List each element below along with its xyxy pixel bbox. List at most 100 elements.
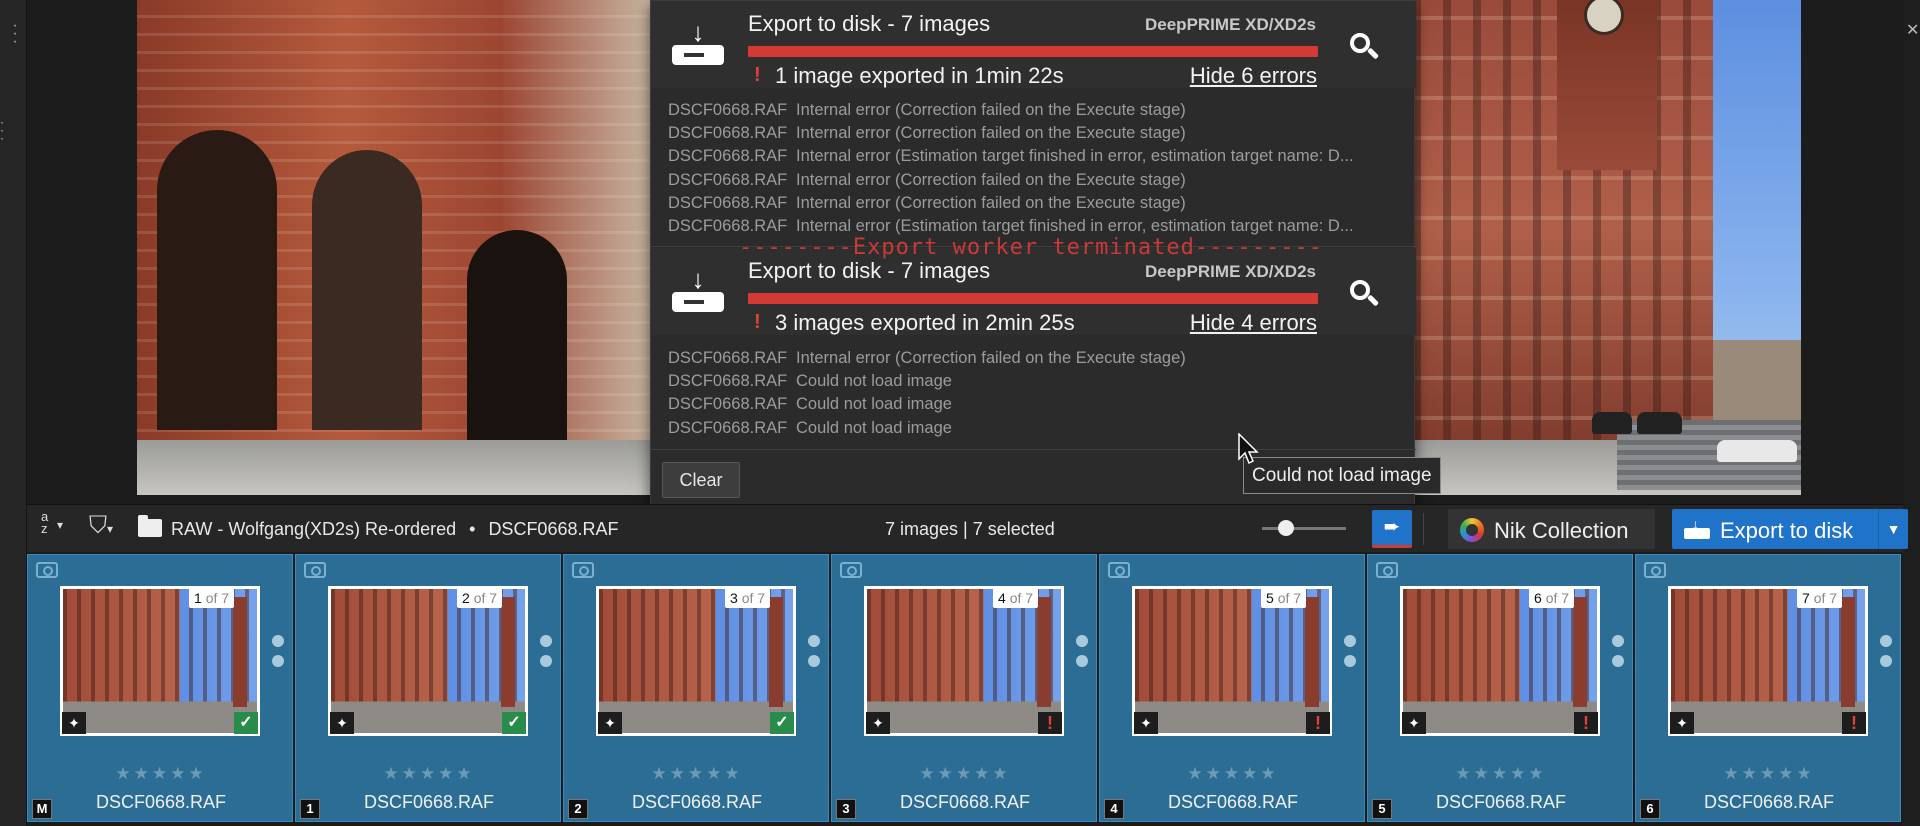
thumbnail-image[interactable] [60,586,260,736]
color-tag-dot[interactable] [1880,635,1892,647]
thumbnail-cell[interactable]: 4 of 7 ✦! ★★★★★ 3 DSCF0668.RAF [831,554,1097,822]
search-icon[interactable] [1348,278,1380,310]
error-file: DSCF0668.RAF [668,170,788,189]
worker-terminated-banner: --------Export worker terminated--------… [738,235,1324,260]
thumbnail-image[interactable] [1132,586,1332,736]
breadcrumb: RAW - Wolfgang(XD2s) Re-ordered • DSCF06… [171,519,618,540]
divider [651,449,1416,450]
export-job-engine: DeepPRIME XD/XD2s [1145,15,1316,34]
error-row: DSCF0668.RAF Could not load image [651,370,1416,393]
export-job-status: 3 images exported in 2min 25s [775,310,1075,335]
color-tag-dot[interactable] [1076,655,1088,667]
star-rating[interactable]: ★★★★★ [28,764,294,784]
error-row: DSCF0668.RAF Could not load image [651,417,1416,440]
divider [1423,513,1424,545]
thumbnail-image[interactable] [596,586,796,736]
panel-resize-handle[interactable]: · · · [0,116,4,144]
color-tag-dot[interactable] [1612,655,1624,667]
hide-errors-link[interactable]: Hide 6 errors [1190,63,1317,89]
close-icon[interactable]: ✕ [1906,20,1919,40]
thumbnail-filename: DSCF0668.RAF [95,792,227,812]
selection-count: 7 images | 7 selected [885,519,1055,539]
color-tag-dot[interactable] [808,655,820,667]
chevron-down-icon[interactable]: ▼ [1878,509,1908,549]
thumbnail-image[interactable] [1400,586,1600,736]
export-queue-button[interactable]: ➨ [1372,510,1412,548]
filter-icon[interactable]: ⛉▾ [89,514,125,540]
image-index-badge: 3 of 7 [725,588,771,608]
error-message: Internal error (Estimation target finish… [796,147,1354,166]
thumbnail-image[interactable] [328,586,528,736]
color-tag-dot[interactable] [1612,635,1624,647]
error-file: DSCF0668.RAF [668,101,788,119]
export-to-disk-button[interactable]: ↓ Export to disk ▼ [1672,509,1908,549]
export-job-title: Export to disk - 7 images [748,258,991,283]
more-options-icon[interactable]: · · · [12,18,18,50]
color-tag-dot[interactable] [1880,655,1892,667]
color-tag-dot[interactable] [1344,635,1356,647]
preview-car [1717,440,1797,462]
export-to-disk-icon: ↓ [1684,516,1710,540]
thumbnail-cell[interactable]: 3 of 7 ✦ ✓ ★★★★★ 2 DSCF0668.RAF [563,554,829,822]
mouse-cursor-icon [1238,432,1260,465]
color-tag-dot[interactable] [272,635,284,647]
error-file: DSCF0668.RAF [668,418,788,437]
nik-collection-label: Nik Collection [1494,518,1629,543]
clear-button[interactable]: Clear [662,462,740,498]
thumbnail-cell[interactable]: 1 of 7 ✦ ✓ ★★★★★ M DSCF0668.RAF [27,554,293,822]
image-index-badge: 7 of 7 [1797,588,1843,608]
export-success-icon: ✓ [770,712,794,734]
auto-correction-icon: ✦ [62,712,86,734]
star-rating[interactable]: ★★★★★ [832,764,1098,784]
search-icon[interactable] [1348,31,1380,63]
export-job-status: 1 image exported in 1min 22s [775,63,1064,88]
thumbnail-filename: DSCF0668.RAF [363,792,495,812]
thumbnail-image[interactable] [864,586,1064,736]
thumbnail-image[interactable] [1668,586,1868,736]
color-tag-dot[interactable] [272,655,284,667]
left-sidebar-collapsed[interactable]: · · · · · · [0,0,27,826]
error-file: DSCF0668.RAF [668,349,788,367]
nik-collection-button[interactable]: Nik Collection [1448,509,1655,549]
error-message: Internal error (Correction failed on the… [796,170,1186,189]
star-rating[interactable]: ★★★★★ [1636,764,1902,784]
error-message: Internal error (Estimation target finish… [796,216,1354,235]
slider-knob[interactable] [1278,520,1294,536]
error-message: Could not load image [796,418,952,437]
color-tag-dot[interactable] [1344,655,1356,667]
thumbnail-cell[interactable]: 5 of 7 ✦! ★★★★★ 4 DSCF0668.RAF [1099,554,1365,822]
color-tag-dot[interactable] [1076,635,1088,647]
color-tag-dot[interactable] [540,635,552,647]
camera-icon [572,562,594,578]
export-progress-bar [748,46,1318,57]
hide-errors-link[interactable]: Hide 4 errors [1190,310,1317,336]
thumbnail-cell[interactable]: 7 of 7 ✦! ★★★★★ 6 DSCF0668.RAF [1635,554,1901,822]
thumbnail-filename: DSCF0668.RAF [1167,792,1299,812]
tooltip: Could not load image [1243,457,1441,494]
thumbnail-cell[interactable]: 6 of 7 ✦! ★★★★★ 5 DSCF0668.RAF [1367,554,1633,822]
thumbnail-filename: DSCF0668.RAF [631,792,763,812]
export-job-engine: DeepPRIME XD/XD2s [1145,262,1316,281]
error-file: DSCF0668.RAF [668,395,788,414]
thumbnail-filename: DSCF0668.RAF [899,792,1031,812]
preview-arch [312,150,422,430]
thumbnail-size-slider[interactable] [1262,520,1346,536]
star-rating[interactable]: ★★★★★ [564,764,830,784]
auto-correction-icon: ✦ [330,712,354,734]
error-list: DSCF0668.RAF Internal error (Correction f… [651,347,1416,440]
auto-correction-icon: ✦ [1134,712,1158,734]
export-queue-panel: ↓ Export to disk - 7 images DeepPRIME XD… [650,0,1416,505]
star-rating[interactable]: ★★★★★ [1368,764,1634,784]
export-error-icon: ! [1038,712,1062,734]
star-rating[interactable]: ★★★★★ [296,764,562,784]
star-rating[interactable]: ★★★★★ [1100,764,1366,784]
thumbnail-filename: DSCF0668.RAF [1703,792,1835,812]
color-tag-dot[interactable] [808,635,820,647]
preview-car [1637,412,1682,434]
thumbnail-cell[interactable]: 2 of 7 ✦ ✓ ★★★★★ 1 DSCF0668.RAF [295,554,561,822]
breadcrumb-folder[interactable]: RAW - Wolfgang(XD2s) Re-ordered [171,519,456,539]
image-index-badge: 6 of 7 [1529,588,1575,608]
sort-button[interactable]: a z ▾ [41,510,63,535]
image-index-badge: 1 of 7 [189,588,235,608]
color-tag-dot[interactable] [540,655,552,667]
